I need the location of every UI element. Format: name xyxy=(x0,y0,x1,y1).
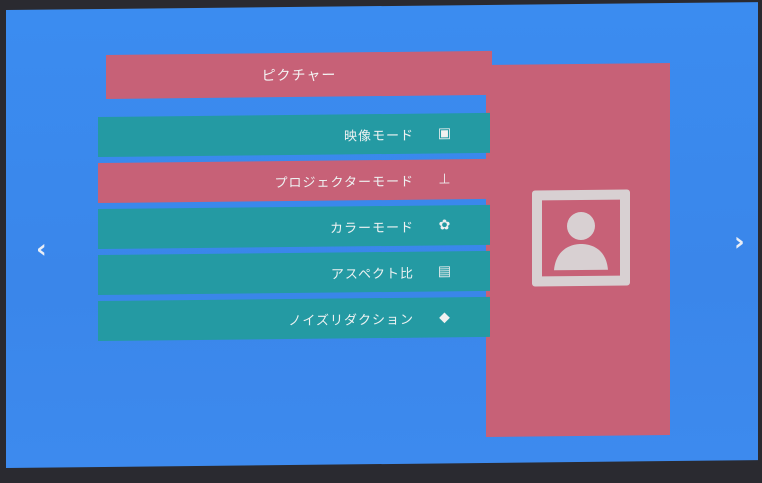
menu-item-label: プロジェクターモード xyxy=(274,174,414,191)
menu-item-label: アスペクト比 xyxy=(330,266,414,283)
preview-panel xyxy=(486,63,670,437)
color-palette-icon: ✿ xyxy=(438,217,452,234)
picture-mode-icon: ▣ xyxy=(437,125,453,142)
menu-title: ピクチャー xyxy=(261,67,337,85)
menu-item-label: ノイズリダクション xyxy=(288,312,414,329)
menu-item-label: カラーモード xyxy=(329,220,414,237)
menu-item-picture-mode[interactable]: 映像モード ▣ xyxy=(98,112,490,158)
user-portrait-icon xyxy=(532,189,630,287)
noise-reduction-icon: ◆ xyxy=(439,309,451,326)
menu-item-noise-reduction[interactable]: ノイズリダクション ◆ xyxy=(98,296,490,342)
menu-item-color-mode[interactable]: カラーモード ✿ xyxy=(98,204,490,250)
menu-item-aspect-ratio[interactable]: アスペクト比 ▤ xyxy=(98,250,490,296)
settings-menu: 映像モード ▣ プロジェクターモード ⊥ カラーモード ✿ アスペクト比 ▤ ノ… xyxy=(98,112,490,347)
menu-title-bar: ピクチャー xyxy=(106,50,492,99)
chevron-left-icon[interactable]: ‹ xyxy=(36,235,47,265)
aspect-ratio-icon: ▤ xyxy=(437,263,453,280)
menu-item-projector-mode[interactable]: プロジェクターモード ⊥ xyxy=(98,158,490,204)
menu-item-label: 映像モード xyxy=(343,128,414,144)
chevron-right-icon[interactable]: › xyxy=(734,227,745,257)
projector-screen: ピクチャー 映像モード ▣ プロジェクターモード ⊥ カラーモード ✿ アスペク… xyxy=(6,2,758,469)
projector-icon: ⊥ xyxy=(438,171,452,188)
